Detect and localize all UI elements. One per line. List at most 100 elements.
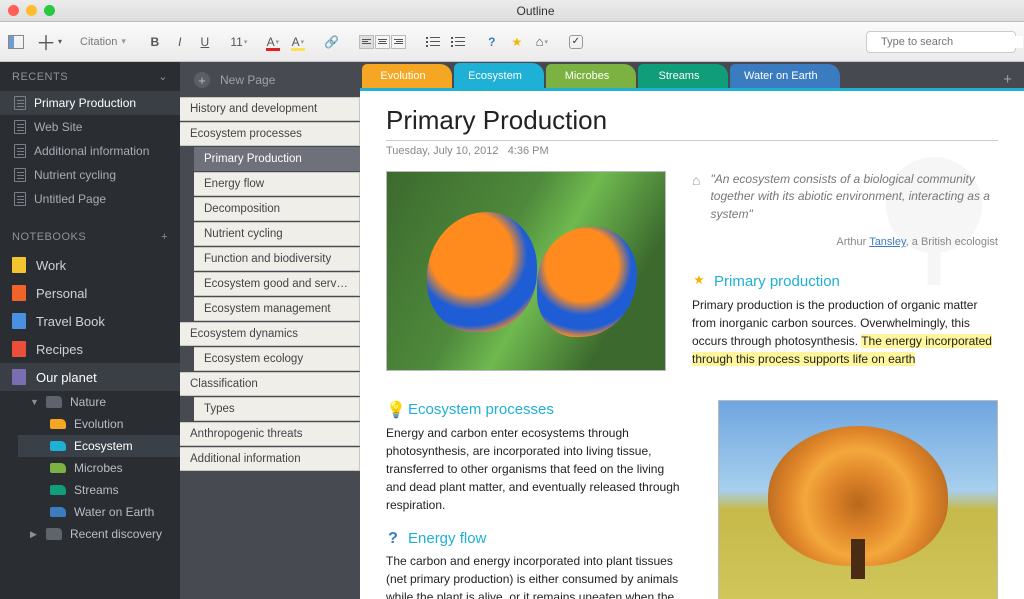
- section-item[interactable]: ▼Nature: [18, 391, 180, 413]
- section-tab[interactable]: Microbes: [546, 64, 636, 88]
- notebook-item[interactable]: Travel Book: [0, 307, 180, 335]
- section-icon: [46, 528, 62, 540]
- page-tree-item[interactable]: Anthropogenic threats: [180, 422, 360, 446]
- section-body[interactable]: Energy and carbon enter ecosystems throu…: [386, 424, 682, 514]
- quote-text[interactable]: "An ecosystem consists of a biological c…: [710, 171, 998, 223]
- section-title[interactable]: Ecosystem processes: [408, 401, 554, 418]
- recent-page-item[interactable]: Untitled Page: [0, 187, 180, 211]
- section-item[interactable]: ▶Recent discovery: [18, 523, 180, 545]
- section-body[interactable]: Primary production is the production of …: [692, 296, 998, 368]
- align-left-button[interactable]: [359, 35, 374, 49]
- style-dropdown[interactable]: Citation ▾: [74, 36, 132, 48]
- section-tab-item[interactable]: Microbes: [18, 457, 180, 479]
- page-tree-item[interactable]: Energy flow: [194, 172, 360, 196]
- page-canvas[interactable]: Primary Production Tuesday, July 10, 201…: [360, 88, 1024, 599]
- page-icon: [14, 192, 26, 206]
- add-tab-button[interactable]: +: [991, 71, 1024, 88]
- recent-page-item[interactable]: Primary Production: [0, 91, 180, 115]
- font-color-button[interactable]: A▾: [266, 35, 280, 49]
- new-page-button[interactable]: + New Page: [180, 64, 360, 96]
- plus-icon: +: [194, 72, 210, 88]
- page-tree-item[interactable]: Ecosystem dynamics▾: [180, 322, 360, 346]
- todo-checkbox-button[interactable]: [569, 35, 583, 49]
- help-tag-button[interactable]: ?: [485, 35, 499, 49]
- align-center-button[interactable]: [375, 35, 390, 49]
- underline-button[interactable]: U: [198, 35, 212, 49]
- page-tree-item[interactable]: Ecosystem ecology: [194, 347, 360, 371]
- page-tree-item[interactable]: Primary Production: [194, 147, 360, 171]
- page-tree-item[interactable]: Function and biodiversity: [194, 247, 360, 271]
- question-tag-icon: ?: [386, 530, 400, 548]
- section-tab-item[interactable]: Evolution: [18, 413, 180, 435]
- star-tag-button[interactable]: ★: [510, 35, 524, 49]
- add-notebook-icon[interactable]: +: [161, 231, 168, 243]
- highlight-color-button[interactable]: A▾: [291, 35, 305, 49]
- add-button[interactable]: ＋▾: [36, 27, 62, 56]
- section-tab[interactable]: Evolution: [362, 64, 452, 88]
- recent-page-item[interactable]: Nutrient cycling: [0, 163, 180, 187]
- image-tree[interactable]: [718, 400, 998, 599]
- section-tab[interactable]: Streams: [638, 64, 728, 88]
- font-size-dropdown[interactable]: 11▾: [232, 35, 246, 49]
- numbered-list-button[interactable]: [451, 37, 465, 47]
- page-date: Tuesday, July 10, 2012 4:36 PM: [386, 145, 998, 157]
- bold-button[interactable]: B: [148, 35, 162, 49]
- page-icon: [14, 168, 26, 182]
- recents-header[interactable]: RECENTS ⌄: [0, 62, 180, 91]
- notebook-item[interactable]: Personal: [0, 279, 180, 307]
- tab-swatch: [50, 507, 66, 517]
- maximize-window-button[interactable]: [44, 5, 55, 16]
- notebook-swatch: [12, 257, 26, 273]
- section-icon: [46, 396, 62, 408]
- notebook-item[interactable]: Work: [0, 251, 180, 279]
- page-tree-item[interactable]: History and development: [180, 97, 360, 121]
- section-tab[interactable]: Water on Earth: [730, 64, 840, 88]
- tab-swatch: [50, 463, 66, 473]
- page-title[interactable]: Primary Production: [386, 105, 998, 141]
- disclosure-triangle-icon: ▶: [30, 529, 38, 540]
- minimize-window-button[interactable]: [26, 5, 37, 16]
- section-tab[interactable]: Ecosystem: [454, 64, 544, 88]
- notebook-item[interactable]: Recipes: [0, 335, 180, 363]
- main-content: EvolutionEcosystemMicrobesStreamsWater o…: [360, 62, 1024, 599]
- page-icon: [14, 120, 26, 134]
- page-tree-item[interactable]: Decomposition: [194, 197, 360, 221]
- align-buttons: [359, 35, 406, 49]
- author-link[interactable]: Tansley: [869, 236, 905, 248]
- tab-swatch: [50, 419, 66, 429]
- align-right-button[interactable]: [391, 35, 406, 49]
- search-input[interactable]: [881, 36, 1023, 48]
- search-box[interactable]: [866, 31, 1016, 53]
- page-tree-item[interactable]: Ecosystem management: [194, 297, 360, 321]
- section-tab-item[interactable]: Water on Earth: [18, 501, 180, 523]
- page-tree-item[interactable]: Additional information: [180, 447, 360, 471]
- notebook-swatch: [12, 285, 26, 301]
- tab-swatch: [50, 485, 66, 495]
- quote-attribution: Arthur Tansley, a British ecologist: [692, 235, 998, 250]
- page-tree-item[interactable]: Nutrient cycling: [194, 222, 360, 246]
- image-birds[interactable]: [386, 171, 666, 371]
- page-tree-item[interactable]: Types: [194, 397, 360, 421]
- section-tab-item[interactable]: Streams: [18, 479, 180, 501]
- view-mode-button[interactable]: [8, 35, 24, 49]
- page-tree-item[interactable]: Ecosystem good and services: [194, 272, 360, 296]
- window-title: Outline: [55, 4, 1016, 18]
- toolbar: ＋▾ Citation ▾ B I U 11▾ A▾ A▾ 🔗 ? ★ ⌂▾: [0, 22, 1024, 62]
- recent-page-item[interactable]: Web Site: [0, 115, 180, 139]
- notebooks-header[interactable]: NOTEBOOKS +: [0, 223, 180, 251]
- page-tree-item[interactable]: Ecosystem processes▾: [180, 122, 360, 146]
- titlebar: Outline: [0, 0, 1024, 22]
- recent-page-item[interactable]: Additional information: [0, 139, 180, 163]
- section-body[interactable]: The carbon and energy incorporated into …: [386, 552, 682, 599]
- bullet-list-button[interactable]: [426, 37, 440, 47]
- section-title[interactable]: Energy flow: [408, 530, 486, 547]
- link-button[interactable]: 🔗: [325, 35, 339, 49]
- page-tree-item[interactable]: Classification▾: [180, 372, 360, 396]
- notebook-item[interactable]: Our planet: [0, 363, 180, 391]
- italic-button[interactable]: I: [173, 35, 187, 49]
- new-page-label: New Page: [220, 73, 275, 87]
- close-window-button[interactable]: [8, 5, 19, 16]
- section-title[interactable]: Primary production: [714, 271, 840, 292]
- section-tab-item[interactable]: Ecosystem: [18, 435, 180, 457]
- home-tag-button[interactable]: ⌂▾: [535, 35, 549, 49]
